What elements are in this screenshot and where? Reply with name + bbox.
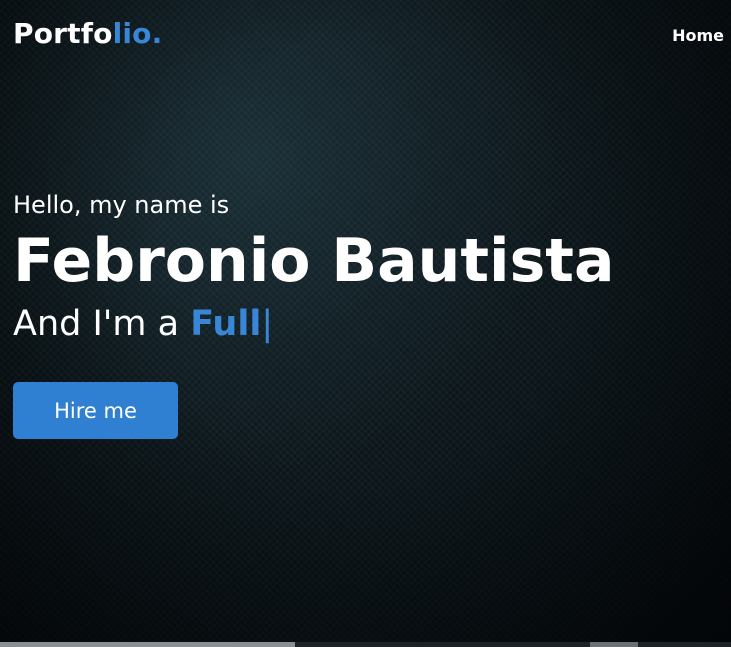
horizontal-scrollbar[interactable] bbox=[0, 642, 731, 647]
nav-link-home[interactable]: Home bbox=[672, 26, 724, 45]
page: Portfolio. Home Hello, my name is Febron… bbox=[0, 0, 731, 647]
hero-role-line: And I'm a Full| bbox=[13, 300, 713, 348]
logo-main-text: Portfo bbox=[13, 17, 113, 50]
typed-role-text: Full bbox=[190, 304, 262, 344]
scrollbar-thumb[interactable] bbox=[0, 642, 295, 647]
hero-name: Febronio Bautista bbox=[13, 226, 615, 296]
hire-me-button[interactable]: Hire me bbox=[13, 382, 178, 439]
role-prefix: And I'm a bbox=[13, 304, 180, 344]
hero-greeting: Hello, my name is bbox=[13, 191, 230, 219]
hero-section: Hello, my name is Febronio Bautista And … bbox=[13, 188, 713, 439]
logo-accent-text: lio. bbox=[112, 17, 163, 50]
scrollbar-segment bbox=[590, 642, 638, 647]
navbar: Portfolio. Home bbox=[0, 0, 731, 72]
site-logo[interactable]: Portfolio. bbox=[13, 17, 162, 50]
typing-cursor: | bbox=[261, 304, 274, 344]
